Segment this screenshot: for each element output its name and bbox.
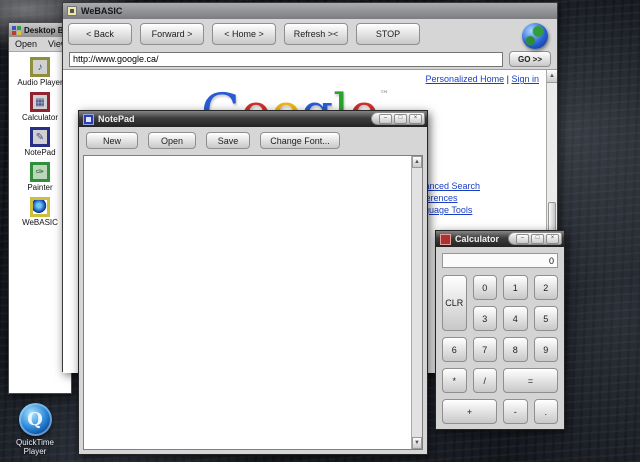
key-1[interactable]: 1: [503, 275, 528, 300]
notepad-window-controls: – □ ×: [371, 112, 425, 125]
close-icon[interactable]: ×: [546, 233, 559, 244]
calculator-window: Calculator – □ × 0 CLR 0 1 2 3 4 5 6 7 8…: [435, 230, 565, 430]
scroll-up-icon[interactable]: ▲: [412, 156, 422, 168]
notepad-title: NotePad: [98, 114, 135, 124]
key-2[interactable]: 2: [533, 275, 558, 300]
link-separator: |: [506, 74, 509, 84]
key-equals[interactable]: =: [503, 368, 558, 393]
maximize-icon[interactable]: □: [531, 233, 544, 244]
audio-player-glyph: ♪: [37, 61, 43, 73]
maximize-icon[interactable]: □: [394, 113, 407, 124]
notepad-scrollbar[interactable]: ▲ ▼: [411, 156, 422, 449]
notepad-icon: ✎: [30, 127, 50, 147]
calculator-titlebar[interactable]: Calculator – □ ×: [436, 231, 564, 247]
trademark-symbol: ™: [379, 90, 389, 100]
new-button[interactable]: New: [86, 132, 138, 149]
key-5[interactable]: 5: [533, 306, 558, 331]
minimize-icon[interactable]: –: [516, 233, 529, 244]
quicktime-glyph: Q: [27, 409, 43, 430]
globe-spinner-icon: [522, 23, 548, 49]
calculator-keypad: CLR 0 1 2 3 4 5 6 7 8 9 * / = + - .: [442, 275, 558, 424]
address-bar: GO >>: [63, 49, 557, 69]
close-icon[interactable]: ×: [409, 113, 422, 124]
webasic-globe-icon: [30, 197, 50, 217]
sign-in-link[interactable]: Sign in: [511, 74, 539, 84]
google-top-links: Personalized Home | Sign in: [426, 74, 539, 84]
quicktime-label: QuickTime Player: [16, 438, 54, 456]
key-divide[interactable]: /: [472, 368, 497, 393]
audio-player-icon: ♪: [30, 57, 50, 77]
painter-glyph: ✑: [35, 166, 45, 178]
quicktime-q-icon: Q: [18, 403, 52, 436]
notepad-app-icon: [83, 113, 94, 125]
key-decimal[interactable]: .: [533, 399, 558, 424]
notepad-text-area[interactable]: ▲ ▼: [83, 155, 423, 450]
key-3[interactable]: 3: [472, 306, 497, 331]
home-button[interactable]: < Home >: [212, 23, 276, 45]
browser-nav-toolbar: < Back Forward > < Home > Refresh >< STO…: [63, 19, 557, 49]
open-button[interactable]: Open: [148, 132, 196, 149]
calculator-glyph: ▦: [35, 96, 45, 108]
quicktime-player-desktop-icon[interactable]: Q QuickTime Player: [6, 403, 64, 456]
key-7[interactable]: 7: [472, 337, 497, 362]
browser-titlebar[interactable]: WeBASIC: [63, 3, 557, 19]
back-button[interactable]: < Back: [68, 23, 132, 45]
calculator-title: Calculator: [455, 234, 500, 244]
go-button[interactable]: GO >>: [509, 51, 551, 67]
menu-open[interactable]: Open: [15, 39, 37, 51]
notepad-toolbar: New Open Save Change Font...: [79, 127, 427, 154]
calculator-window-controls: – □ ×: [508, 232, 562, 245]
notepad-titlebar[interactable]: NotePad – □ ×: [79, 111, 427, 127]
stop-button[interactable]: STOP: [356, 23, 420, 45]
key-4[interactable]: 4: [503, 306, 528, 331]
launcher-app-icon: [12, 25, 21, 35]
forward-button[interactable]: Forward >: [140, 23, 204, 45]
notepad-window: NotePad – □ × New Open Save Change Font.…: [78, 110, 428, 455]
calculator-display: 0: [442, 253, 558, 268]
refresh-button[interactable]: Refresh ><: [284, 23, 348, 45]
painter-icon: ✑: [30, 162, 50, 182]
save-button[interactable]: Save: [206, 132, 250, 149]
scroll-up-icon[interactable]: ▲: [547, 70, 557, 83]
change-font-button[interactable]: Change Font...: [260, 132, 340, 149]
calculator-app-icon: [440, 233, 451, 245]
scroll-down-icon[interactable]: ▼: [412, 437, 422, 449]
calculator-icon: ▦: [30, 92, 50, 112]
key-0[interactable]: 0: [472, 275, 497, 300]
key-8[interactable]: 8: [503, 337, 528, 362]
browser-app-icon: [67, 6, 77, 16]
key-plus[interactable]: +: [442, 399, 497, 424]
key-clr[interactable]: CLR: [442, 275, 467, 331]
key-6[interactable]: 6: [442, 337, 467, 362]
key-9[interactable]: 9: [533, 337, 558, 362]
minimize-icon[interactable]: –: [379, 113, 392, 124]
notepad-glyph: ✎: [35, 131, 45, 143]
key-multiply[interactable]: *: [442, 368, 467, 393]
personalized-home-link[interactable]: Personalized Home: [426, 74, 505, 84]
browser-title: WeBASIC: [81, 6, 123, 16]
url-input[interactable]: [69, 51, 503, 67]
key-minus[interactable]: -: [503, 399, 528, 424]
